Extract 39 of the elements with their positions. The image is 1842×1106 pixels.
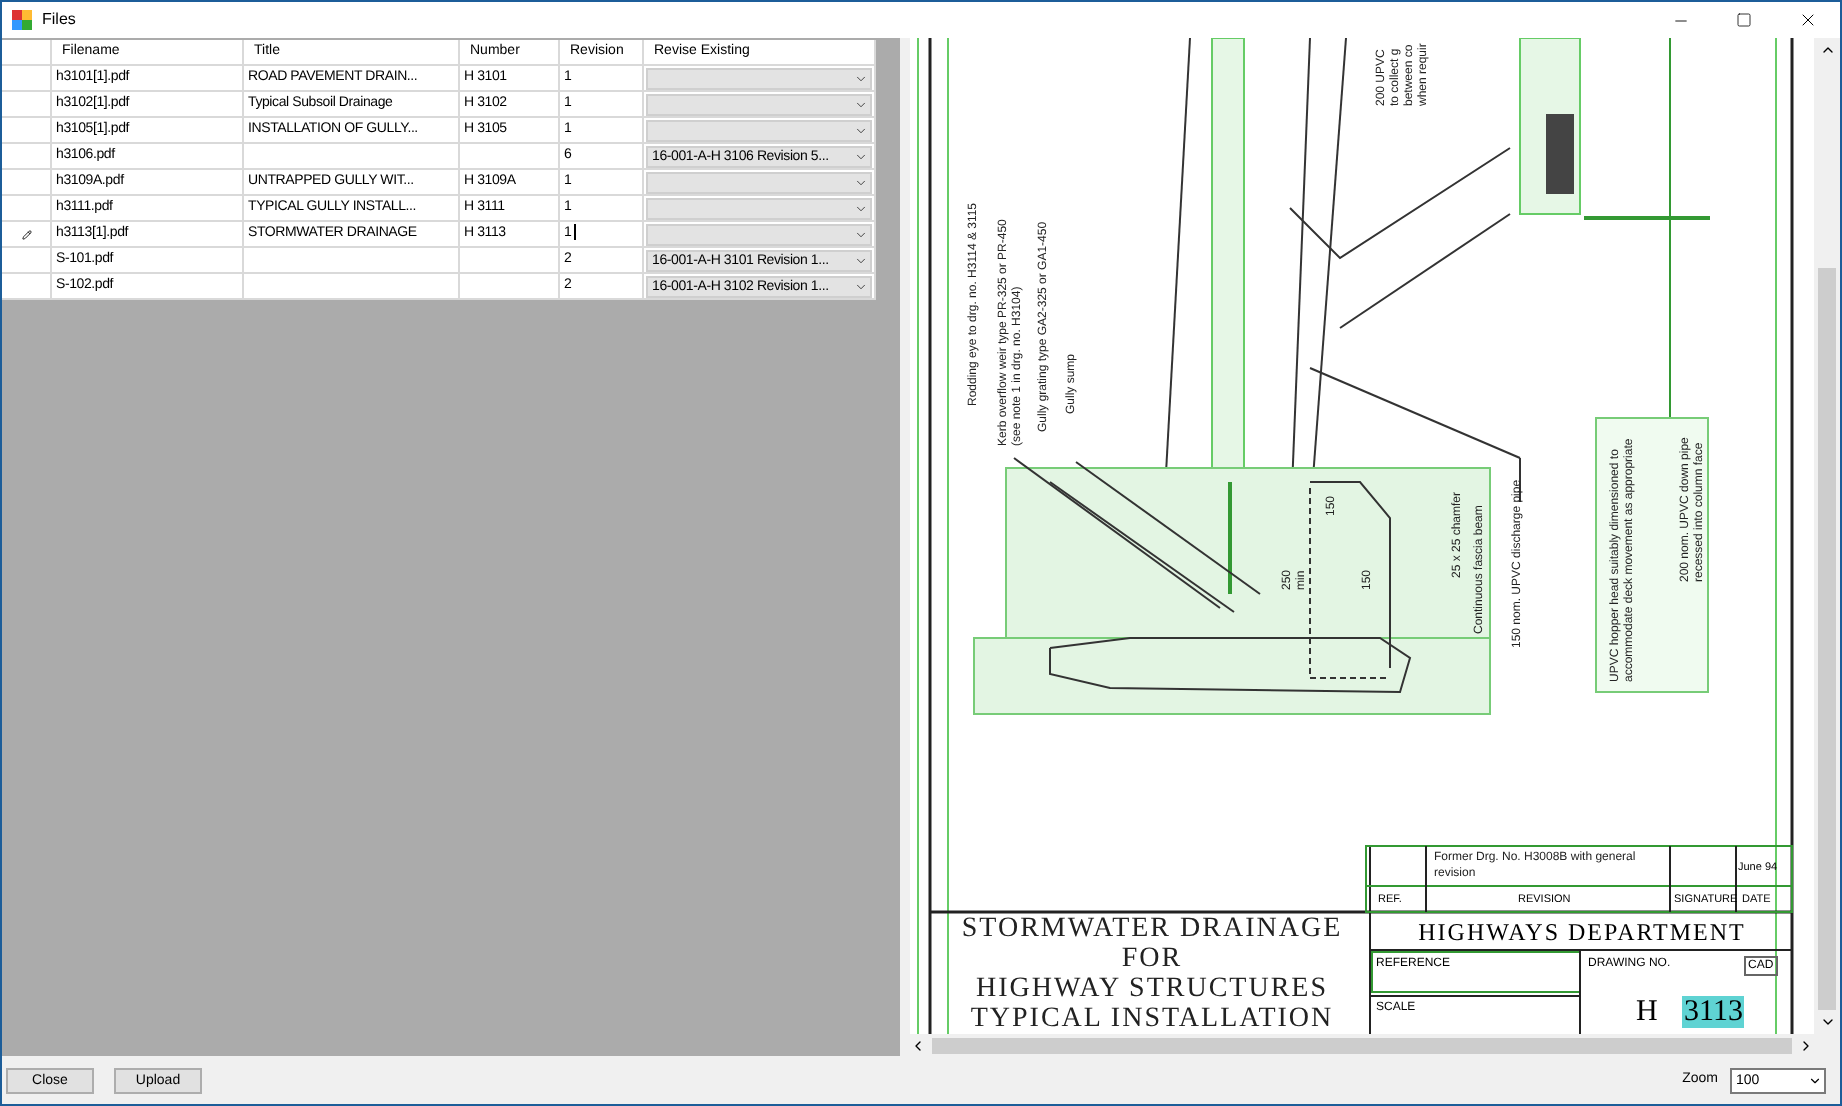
row-header[interactable] [2, 274, 52, 300]
row-header[interactable] [2, 196, 52, 222]
scroll-down-icon [1819, 1014, 1835, 1030]
scroll-left-icon [910, 1037, 926, 1053]
drawing-number: 3113 [1682, 996, 1745, 1028]
scroll-up-icon [1819, 42, 1835, 58]
scroll-right-icon [1798, 1037, 1814, 1053]
row-header[interactable] [2, 144, 52, 170]
row-header[interactable] [2, 248, 52, 274]
drawing-title: HIGHWAY STRUCTURES [975, 974, 1329, 1004]
department-name: HIGHWAYS DEPARTMENT [1416, 918, 1748, 946]
close-icon [1798, 10, 1818, 30]
drawing-title: STORMWATER DRAINAGE [961, 914, 1343, 944]
row-header[interactable] [2, 92, 52, 118]
pencil-icon [21, 229, 31, 239]
window-title: Files [42, 8, 76, 32]
text-cursor [573, 224, 576, 241]
row-header[interactable] [2, 118, 52, 144]
drawing-title: TYPICAL INSTALLATION [970, 1004, 1334, 1034]
scrollbar-thumb[interactable] [1818, 268, 1836, 1010]
grid-corner[interactable] [2, 40, 52, 66]
chevron-icon [1808, 1073, 1822, 1087]
app-icon [12, 10, 32, 30]
drawing-title: FOR [1121, 944, 1183, 974]
table-cell [460, 144, 560, 170]
row-header[interactable] [2, 66, 52, 92]
dropdown-field[interactable] [646, 172, 872, 194]
table-cell [460, 248, 560, 274]
dropdown-field[interactable] [646, 120, 872, 142]
maximize-icon [1736, 12, 1752, 28]
drawing-number-prefix: H [1636, 996, 1658, 1028]
row-header[interactable] [2, 222, 52, 248]
dropdown-field[interactable] [646, 94, 872, 116]
dropdown-field[interactable] [646, 68, 872, 90]
table-cell [460, 274, 560, 300]
scrollbar-thumb[interactable] [932, 1037, 1792, 1053]
dropdown-field[interactable] [646, 224, 872, 246]
row-header[interactable] [2, 170, 52, 196]
dropdown-field[interactable] [646, 198, 872, 220]
